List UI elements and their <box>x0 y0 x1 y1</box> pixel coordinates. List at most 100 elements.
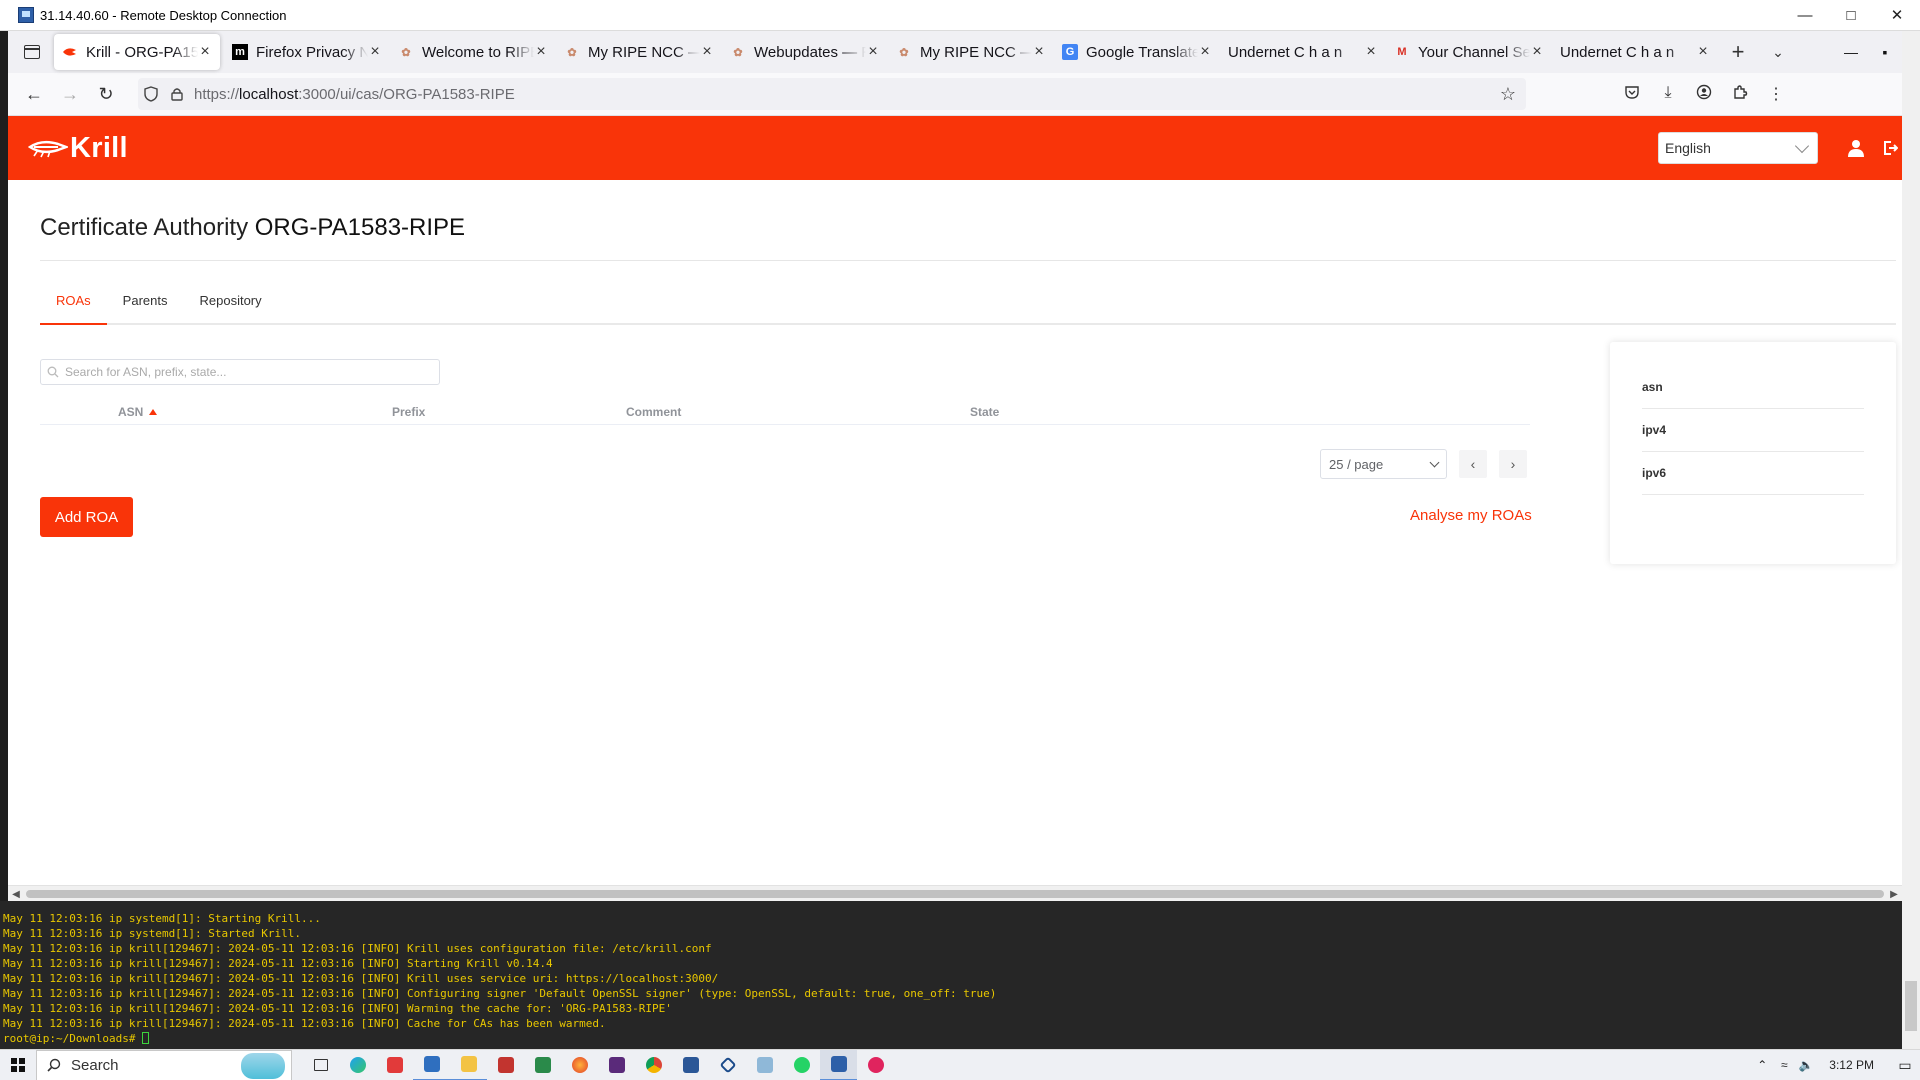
krill-logo-text: Krill <box>70 131 128 164</box>
address-bar[interactable]: https://localhost:3000/ui/cas/ORG-PA1583… <box>138 78 1526 110</box>
account-icon[interactable] <box>1686 84 1722 104</box>
tracking-protection-icon[interactable] <box>138 86 164 102</box>
scrollbar-thumb[interactable] <box>26 890 1884 898</box>
start-button[interactable] <box>0 1050 36 1080</box>
extensions-icon[interactable] <box>1722 84 1758 104</box>
maximize-icon[interactable]: □ <box>1828 0 1874 31</box>
lock-icon[interactable] <box>164 87 190 101</box>
column-header-state[interactable]: State <box>970 405 999 419</box>
url-host: localhost <box>239 85 299 103</box>
tab-parents[interactable]: Parents <box>107 279 184 325</box>
volume-muted-icon[interactable]: 🔈 <box>1795 1058 1817 1072</box>
chrome-icon[interactable] <box>635 1050 672 1080</box>
analyse-roas-link[interactable]: Analyse my ROAs <box>1410 507 1532 524</box>
edge-icon[interactable] <box>339 1050 376 1080</box>
browser-tab-my-ripe-ncc-2[interactable]: ✿ My RIPE NCC — RIPE × <box>888 34 1054 70</box>
back-icon[interactable]: ← <box>16 78 52 110</box>
column-header-asn[interactable]: ASN <box>118 405 158 419</box>
tab-label: My RIPE NCC — RIPE <box>920 43 1032 61</box>
scroll-left-icon[interactable]: ◀ <box>8 886 24 901</box>
language-select[interactable]: English <box>1658 132 1818 164</box>
tab-close-icon[interactable]: × <box>1364 43 1378 61</box>
menu-icon[interactable]: ⋮ <box>1758 84 1794 104</box>
restore-icon[interactable]: ▪ <box>1868 44 1902 60</box>
forward-icon[interactable]: → <box>52 78 88 110</box>
new-tab-icon[interactable]: + <box>1718 35 1758 69</box>
next-page-button[interactable]: › <box>1499 450 1527 478</box>
task-view-icon[interactable] <box>302 1050 339 1080</box>
close-icon[interactable]: ✕ <box>1874 0 1920 31</box>
downloads-icon[interactable]: ⤓ <box>1650 84 1686 104</box>
tab-close-icon[interactable]: × <box>1696 43 1710 61</box>
browser-tab-firefox-privacy[interactable]: m Firefox Privacy Notice × <box>224 34 390 70</box>
roa-search[interactable] <box>40 359 440 385</box>
browser-tab-undernet-2[interactable]: Undernet C h a n × <box>1552 34 1718 70</box>
url-text[interactable]: https://localhost:3000/ui/cas/ORG-PA1583… <box>190 86 1490 103</box>
terminal-line: May 11 12:03:16 ip krill[129467]: 2024-0… <box>3 942 712 955</box>
tab-repository[interactable]: Repository <box>183 279 277 325</box>
browser-tab-undernet[interactable]: Undernet C h a n × <box>1220 34 1386 70</box>
browser-tab-krill[interactable]: Krill - ORG-PA1583 × <box>54 34 220 70</box>
user-icon[interactable] <box>1834 139 1878 157</box>
tab-close-icon[interactable]: × <box>368 43 382 61</box>
virtualbox-icon[interactable] <box>709 1050 746 1080</box>
resources-card: asn ipv4 ipv6 <box>1610 342 1896 564</box>
tab-close-icon[interactable]: × <box>534 43 548 61</box>
resource-item-ipv6: ipv6 <box>1642 452 1864 495</box>
remote-desktop-taskbar-icon[interactable] <box>820 1049 857 1080</box>
browser-tab-google-translate[interactable]: G Google Translate × <box>1054 34 1220 70</box>
firefox-view-button[interactable] <box>14 35 50 69</box>
taskbar-search[interactable]: Search <box>36 1049 292 1080</box>
whatsapp-icon[interactable] <box>783 1050 820 1080</box>
column-header-comment[interactable]: Comment <box>626 405 681 419</box>
column-header-prefix[interactable]: Prefix <box>392 405 425 419</box>
scroll-right-icon[interactable]: ▶ <box>1886 886 1902 901</box>
terminal-line: May 11 12:03:16 ip systemd[1]: Starting … <box>3 912 321 925</box>
task-manager-icon[interactable] <box>413 1050 450 1080</box>
browser-tab-welcome-ripe[interactable]: ✿ Welcome to RIPE × <box>390 34 556 70</box>
media-app-icon[interactable] <box>598 1050 635 1080</box>
chevron-up-icon[interactable]: ⌃ <box>1751 1058 1773 1072</box>
terminal-prompt[interactable]: root@ip:~/Downloads# <box>3 1031 1920 1046</box>
network-icon[interactable]: ≈ <box>1773 1058 1795 1072</box>
notepad-icon[interactable] <box>746 1050 783 1080</box>
terminal-scrollbar[interactable] <box>1902 901 1920 1049</box>
app-pink-icon[interactable] <box>857 1050 894 1080</box>
network-tool-icon[interactable] <box>524 1050 561 1080</box>
reload-icon[interactable]: ↻ <box>88 78 124 110</box>
prev-page-button[interactable]: ‹ <box>1459 450 1487 478</box>
browser-tab-webupdates[interactable]: ✿ Webupdates — RIPE × <box>722 34 888 70</box>
page-size-select[interactable]: 25 / page <box>1320 449 1447 479</box>
vertical-scrollbar[interactable] <box>1902 31 1920 901</box>
scrollbar-thumb[interactable] <box>1905 981 1917 1031</box>
minimize-icon[interactable]: — <box>1834 44 1868 60</box>
notifications-icon[interactable]: ▭ <box>1890 1057 1920 1074</box>
pocket-icon[interactable] <box>1614 84 1650 104</box>
add-roa-button[interactable]: Add ROA <box>40 497 133 537</box>
tab-close-icon[interactable]: × <box>198 43 212 61</box>
horizontal-scrollbar[interactable]: ◀ ▶ <box>8 885 1902 901</box>
krill-logo[interactable]: Krill <box>28 132 128 165</box>
tab-close-icon[interactable]: × <box>1198 43 1212 61</box>
tab-close-icon[interactable]: × <box>866 43 880 61</box>
list-all-tabs-icon[interactable]: ⌄ <box>1758 35 1798 69</box>
tab-roas[interactable]: ROAs <box>40 279 107 325</box>
tab-close-icon[interactable]: × <box>1530 43 1544 61</box>
file-explorer-icon[interactable] <box>450 1050 487 1080</box>
word-icon[interactable] <box>672 1050 709 1080</box>
bookmark-star-icon[interactable]: ☆ <box>1490 84 1526 105</box>
app-grid-icon[interactable] <box>487 1050 524 1080</box>
tab-close-icon[interactable]: × <box>1032 43 1046 61</box>
tab-label: Welcome to RIPE <box>422 43 534 61</box>
minimize-icon[interactable]: — <box>1782 0 1828 31</box>
search-input[interactable] <box>65 365 425 379</box>
browser-tab-your-channel[interactable]: M Your Channel Service × <box>1386 34 1552 70</box>
terminal-output[interactable]: May 11 12:03:16 ip systemd[1]: Starting … <box>0 901 1920 1049</box>
browser-tab-my-ripe-ncc[interactable]: ✿ My RIPE NCC — RIPE × <box>556 34 722 70</box>
tab-close-icon[interactable]: × <box>700 43 714 61</box>
firefox-icon[interactable] <box>561 1050 598 1080</box>
clock[interactable]: 3:12 PM <box>1829 1058 1874 1072</box>
app-red-icon[interactable] <box>376 1050 413 1080</box>
mozilla-favicon-icon: m <box>232 44 248 60</box>
logout-icon[interactable] <box>1878 140 1902 156</box>
